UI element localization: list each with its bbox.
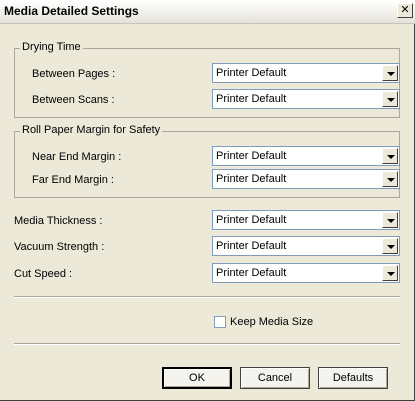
- near-end-margin-label: Near End Margin :: [32, 151, 122, 163]
- close-icon: ✕: [400, 4, 410, 16]
- cut-speed-select[interactable]: Printer Default: [212, 263, 400, 283]
- media-thickness-select[interactable]: Printer Default: [212, 210, 400, 230]
- far-end-margin-select[interactable]: Printer Default: [212, 169, 400, 189]
- window-title: Media Detailed Settings: [4, 4, 139, 18]
- between-scans-label: Between Scans :: [32, 94, 115, 106]
- chevron-down-icon[interactable]: [382, 148, 398, 164]
- separator: [14, 343, 400, 345]
- close-button[interactable]: ✕: [397, 3, 413, 18]
- between-pages-value: Printer Default: [216, 67, 287, 79]
- chevron-down-icon[interactable]: [382, 265, 398, 281]
- vacuum-strength-select[interactable]: Printer Default: [212, 236, 400, 256]
- far-end-margin-label: Far End Margin :: [32, 174, 114, 186]
- drying-time-group-label: Drying Time: [20, 41, 83, 53]
- between-pages-label: Between Pages :: [32, 68, 116, 80]
- near-end-margin-select[interactable]: Printer Default: [212, 146, 400, 166]
- defaults-button[interactable]: Defaults: [318, 367, 388, 389]
- chevron-down-icon[interactable]: [382, 212, 398, 228]
- separator: [14, 296, 400, 298]
- keep-media-size-checkbox[interactable]: [214, 316, 226, 328]
- chevron-down-icon[interactable]: [382, 65, 398, 81]
- chevron-down-icon[interactable]: [382, 91, 398, 107]
- media-thickness-label: Media Thickness :: [14, 215, 103, 227]
- cut-speed-label: Cut Speed :: [14, 268, 73, 280]
- media-thickness-value: Printer Default: [216, 214, 287, 226]
- media-detailed-settings-dialog: Media Detailed Settings ✕ Drying Time Be…: [0, 0, 415, 401]
- between-scans-value: Printer Default: [216, 93, 287, 105]
- vacuum-strength-label: Vacuum Strength :: [14, 241, 105, 253]
- vacuum-strength-value: Printer Default: [216, 240, 287, 252]
- keep-media-size-label[interactable]: Keep Media Size: [230, 316, 313, 328]
- chevron-down-icon[interactable]: [382, 238, 398, 254]
- near-end-margin-value: Printer Default: [216, 150, 287, 162]
- cut-speed-value: Printer Default: [216, 267, 287, 279]
- between-pages-select[interactable]: Printer Default: [212, 63, 400, 83]
- title-bar: Media Detailed Settings ✕: [0, 0, 415, 24]
- between-scans-select[interactable]: Printer Default: [212, 89, 400, 109]
- chevron-down-icon[interactable]: [382, 171, 398, 187]
- ok-button[interactable]: OK: [162, 367, 232, 389]
- far-end-margin-value: Printer Default: [216, 173, 287, 185]
- roll-paper-margin-group-label: Roll Paper Margin for Safety: [20, 124, 163, 136]
- cancel-button[interactable]: Cancel: [240, 367, 310, 389]
